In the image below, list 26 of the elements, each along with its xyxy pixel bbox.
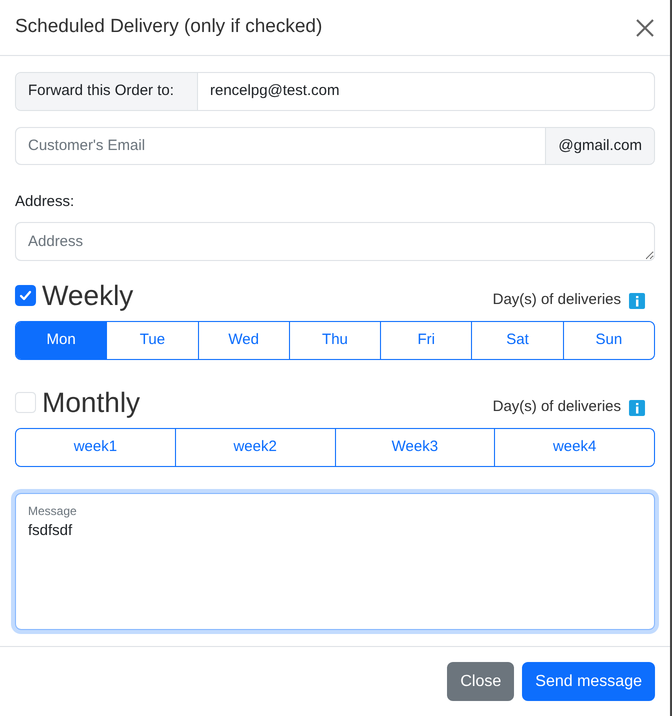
checkbox[interactable] <box>15 392 36 413</box>
field-label: Message <box>28 502 77 520</box>
close-button[interactable]: Close <box>447 662 514 701</box>
option-button[interactable]: week4 <box>494 428 654 466</box>
send-button[interactable]: Send message <box>522 662 655 701</box>
email-input-group[interactable]: Customer's Email @gmail.com <box>15 127 655 165</box>
modal-title: Scheduled Delivery (only if checked) <box>15 15 322 40</box>
message-input[interactable]: fsdfsdf <box>28 520 642 628</box>
checkbox[interactable] <box>15 285 36 306</box>
checkmark-icon <box>19 289 32 302</box>
hint-text: Day(s) of deliveries <box>492 397 621 418</box>
forward-email-field[interactable]: rencelpg@test.com <box>198 73 654 110</box>
input-label: Forward this Order to: <box>16 73 198 110</box>
address-label: Address: <box>15 192 74 212</box>
customer-email-field[interactable]: Customer's Email <box>16 128 546 164</box>
address-field[interactable]: Address <box>15 222 655 260</box>
close-icon[interactable] <box>636 18 654 36</box>
forward-input-group[interactable]: Forward this Order to: rencelpg@test.com <box>15 72 655 111</box>
info-icon[interactable] <box>629 400 645 416</box>
hint-text: Day(s) of deliveries <box>492 290 621 310</box>
option-button[interactable]: Sun <box>562 322 654 358</box>
schedule-label: Monthly <box>42 386 140 420</box>
info-icon[interactable] <box>629 292 645 308</box>
email-suffix: @gmail.com <box>545 128 654 164</box>
schedule-label: Weekly <box>42 278 134 313</box>
option-button[interactable]: Mon <box>16 322 106 358</box>
